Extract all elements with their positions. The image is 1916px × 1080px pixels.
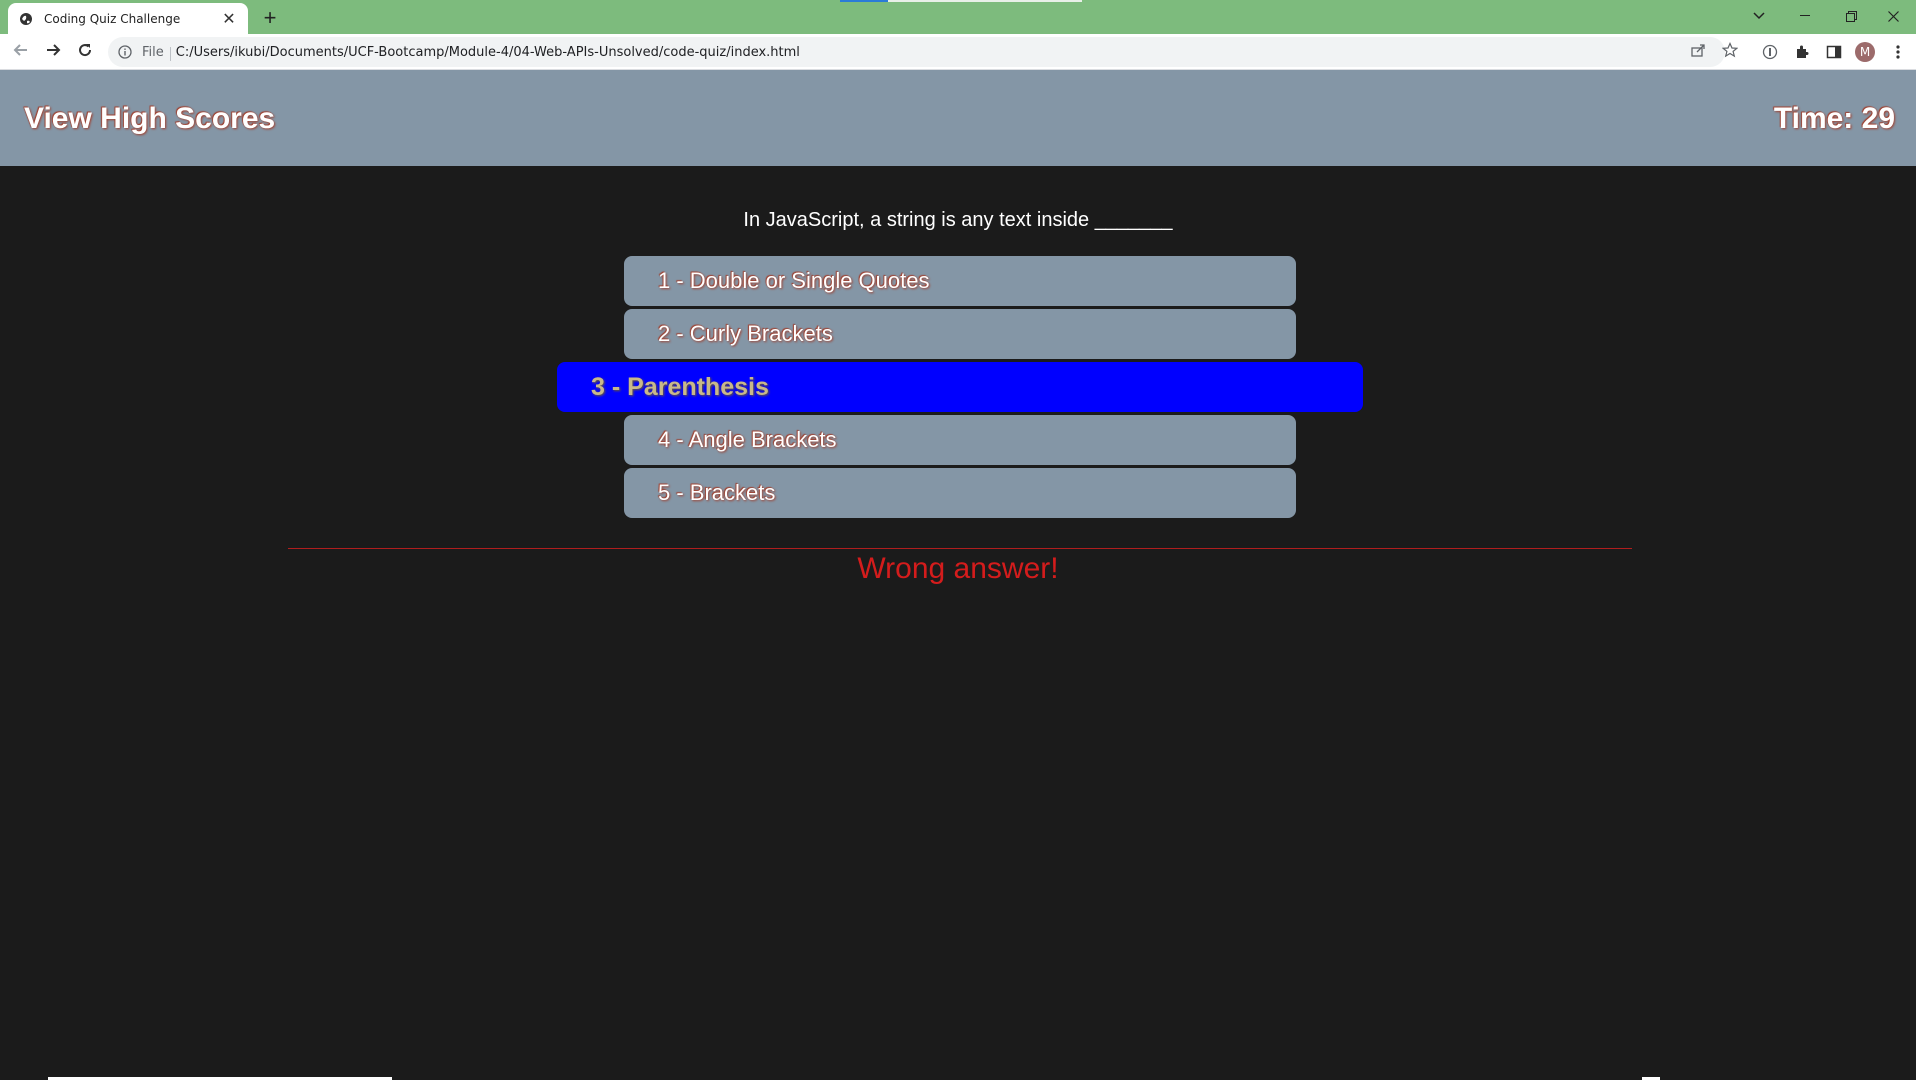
info-icon[interactable] (118, 44, 134, 60)
answer-button-3[interactable]: 3 - Parenthesis (557, 362, 1363, 412)
reload-icon (77, 42, 93, 63)
url-text: C:/Users/ikubi/Documents/UCF-Bootcamp/Mo… (175, 44, 800, 60)
share-icon[interactable] (1689, 41, 1707, 59)
timer-display: Time: 29 (1773, 102, 1895, 135)
answer-button-5[interactable]: 5 - Brackets (624, 468, 1296, 518)
profile-avatar[interactable]: M (1855, 42, 1875, 62)
address-bar[interactable]: File C:/Users/ikubi/Documents/UCF-Bootca… (108, 37, 1725, 67)
extensions-puzzle-icon[interactable] (1792, 42, 1812, 62)
close-tab-icon[interactable]: ✕ (220, 9, 238, 29)
forward-button[interactable] (39, 38, 67, 66)
restore-icon[interactable] (1828, 2, 1874, 30)
extension-circle-icon[interactable] (1760, 42, 1780, 62)
quiz-header: View High Scores Time: 29 (0, 70, 1916, 166)
feedback-divider (288, 548, 1632, 549)
reload-button[interactable] (71, 38, 99, 66)
answer-button-4[interactable]: 4 - Angle Brackets (624, 415, 1296, 465)
close-window-icon[interactable] (1870, 2, 1916, 30)
browser-tab-active[interactable]: Coding Quiz Challenge ✕ (8, 3, 248, 34)
tab-search-icon[interactable] (1736, 2, 1782, 30)
tab-title: Coding Quiz Challenge (44, 11, 181, 26)
url-scheme-label: File (142, 44, 171, 61)
side-panel-icon[interactable] (1824, 42, 1844, 62)
plus-icon: + (263, 5, 277, 30)
browser-toolbar: File C:/Users/ikubi/Documents/UCF-Bootca… (0, 34, 1916, 70)
arrow-right-icon (45, 42, 61, 63)
loading-indicator-track (888, 0, 1082, 2)
loading-indicator (840, 0, 888, 2)
back-button[interactable] (7, 38, 35, 66)
globe-icon (18, 11, 34, 27)
new-tab-button[interactable]: + (258, 5, 282, 30)
view-high-scores-link[interactable]: View High Scores (24, 102, 275, 136)
answer-button-1[interactable]: 1 - Double or Single Quotes (624, 256, 1296, 306)
arrow-left-icon (13, 42, 29, 63)
question-text: In JavaScript, a string is any text insi… (743, 209, 1173, 231)
answer-button-2[interactable]: 2 - Curly Brackets (624, 309, 1296, 359)
bookmark-star-icon[interactable] (1721, 41, 1739, 59)
answer-feedback: Wrong answer! (857, 552, 1059, 585)
minimize-icon[interactable] (1782, 2, 1828, 30)
kebab-menu-icon[interactable] (1888, 42, 1908, 62)
browser-tab-strip: Coding Quiz Challenge ✕ + (0, 0, 1916, 34)
